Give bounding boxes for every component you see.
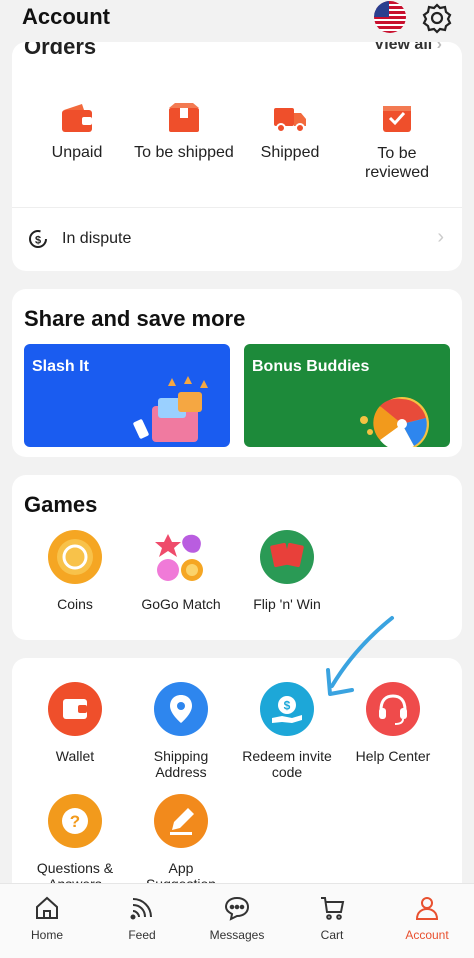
svg-text:$: $ — [35, 235, 41, 247]
gear-icon[interactable] — [421, 2, 453, 34]
nav-messages-label: Messages — [209, 928, 265, 942]
service-wallet-label: Wallet — [55, 748, 95, 764]
gogo-match-icon — [154, 530, 208, 584]
question-icon: ? — [48, 794, 102, 848]
truck-icon — [274, 108, 306, 133]
coins-icon — [48, 530, 102, 584]
orders-card: Orders View all › Unpaid To be shipped S… — [12, 34, 462, 271]
service-app-suggestion[interactable]: App Suggestion — [126, 794, 236, 892]
review-icon — [383, 106, 411, 132]
slash-it-label: Slash It — [32, 358, 89, 375]
prize-wheel-illustration — [360, 397, 429, 447]
svg-text:?: ? — [70, 812, 80, 831]
service-wallet[interactable]: Wallet — [20, 682, 130, 764]
location-pin-icon — [154, 682, 208, 736]
order-to-be-shipped[interactable]: To be shipped — [129, 102, 239, 162]
app-header: Account — [0, 0, 474, 42]
chat-icon — [224, 896, 250, 921]
shopping-bag-illustration — [133, 376, 208, 442]
service-questions-answers[interactable]: ? Questions & Answers — [20, 794, 130, 892]
order-shipped[interactable]: Shipped — [235, 102, 345, 162]
games-title: Games — [24, 492, 98, 517]
page-title: Account — [22, 4, 110, 29]
us-flag-icon[interactable] — [374, 1, 406, 33]
nav-cart-label: Cart — [320, 928, 344, 942]
game-gogo-match-label: GoGo Match — [141, 596, 221, 612]
flip-cards-icon — [260, 530, 314, 584]
service-shipping-address[interactable]: Shipping Address — [126, 682, 236, 780]
order-unpaid[interactable]: Unpaid — [22, 102, 132, 162]
bottom-navigation: Home Feed Messages Cart Account — [0, 883, 474, 958]
nav-home[interactable]: Home — [0, 894, 94, 942]
order-to-be-shipped-label: To be shipped — [134, 144, 234, 161]
service-shipping-label-2: Address — [155, 764, 207, 780]
chevron-right-icon: › — [437, 226, 444, 248]
box-icon — [169, 103, 199, 132]
service-redeem-label-2: code — [271, 764, 303, 780]
nav-account-label: Account — [405, 928, 449, 942]
service-app-suggestion-label-1: App — [168, 860, 194, 876]
annotation-arrow — [326, 616, 394, 696]
svg-text:$: $ — [284, 699, 291, 713]
service-redeem-label-1: Redeem invite — [242, 748, 332, 764]
nav-home-label: Home — [30, 928, 63, 942]
nav-account[interactable]: Account — [380, 894, 474, 942]
order-shipped-label: Shipped — [260, 144, 320, 161]
order-to-be-reviewed-label-1: To be — [377, 145, 417, 162]
share-card: Share and save more Slash It Bonus Buddi… — [12, 289, 462, 457]
services-card: Wallet Shipping Address $ Redeem invite … — [12, 616, 462, 898]
home-icon — [36, 896, 58, 919]
slash-it-card[interactable]: Slash It — [24, 344, 230, 447]
game-coins[interactable]: Coins — [20, 530, 130, 612]
dispute-dollar-icon: $ — [29, 230, 47, 248]
nav-cart[interactable]: Cart — [285, 894, 379, 942]
wallet-icon — [48, 682, 102, 736]
game-gogo-match[interactable]: GoGo Match — [126, 530, 236, 612]
bonus-buddies-card[interactable]: Bonus Buddies — [244, 344, 450, 447]
order-unpaid-label: Unpaid — [51, 144, 103, 161]
cart-icon — [321, 897, 345, 920]
in-dispute-label: In dispute — [62, 230, 132, 247]
service-shipping-label-1: Shipping — [153, 748, 209, 764]
bonus-buddies-label: Bonus Buddies — [252, 358, 370, 375]
pen-icon — [154, 794, 208, 848]
user-icon — [415, 897, 439, 920]
in-dispute-row[interactable]: $ In dispute › — [12, 207, 462, 268]
service-help-center-label: Help Center — [355, 748, 431, 764]
service-qa-label-1: Questions & — [36, 860, 114, 876]
share-title: Share and save more — [24, 306, 246, 331]
game-flip-n-win[interactable]: Flip 'n' Win — [232, 530, 342, 612]
order-to-be-reviewed[interactable]: To be reviewed — [342, 102, 452, 182]
wallet-icon — [62, 104, 92, 132]
game-flip-n-win-label: Flip 'n' Win — [253, 596, 321, 612]
nav-feed[interactable]: Feed — [95, 894, 189, 942]
game-coins-label: Coins — [57, 596, 93, 612]
nav-feed-label: Feed — [128, 928, 156, 942]
nav-messages[interactable]: Messages — [190, 894, 284, 942]
feed-icon — [130, 898, 152, 920]
order-to-be-reviewed-label-2: reviewed — [364, 164, 430, 181]
